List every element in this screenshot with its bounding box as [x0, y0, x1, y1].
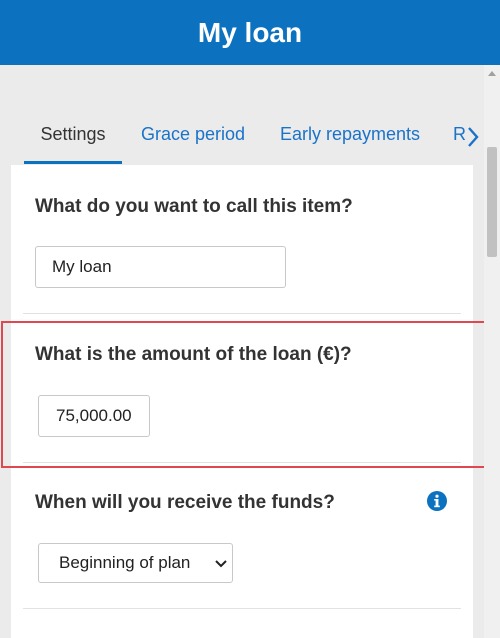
- tab-early-repayments[interactable]: Early repayments: [280, 112, 420, 162]
- vertical-scrollbar[interactable]: [484, 65, 500, 638]
- tabs-next-button[interactable]: [463, 124, 483, 150]
- info-icon[interactable]: [426, 490, 448, 512]
- divider: [23, 608, 461, 609]
- loan-name-question: What do you want to call this item?: [35, 196, 353, 217]
- loan-name-input[interactable]: My loan: [35, 246, 286, 288]
- loan-amount-input[interactable]: 75,000.00: [38, 395, 150, 437]
- scrollbar-thumb[interactable]: [487, 147, 497, 257]
- chevron-down-icon: [215, 560, 227, 568]
- divider: [23, 313, 461, 314]
- tab-grace-period[interactable]: Grace period: [141, 112, 245, 162]
- loan-amount-question: What is the amount of the loan (€)?: [35, 344, 352, 365]
- funds-question: When will you receive the funds?: [35, 492, 335, 513]
- page-title: My loan: [197, 16, 303, 48]
- tab-bar: Settings Grace period Early repayments R: [0, 112, 484, 164]
- funds-select-value: Beginning of plan: [59, 553, 191, 572]
- tab-settings[interactable]: Settings: [24, 112, 122, 164]
- funds-select[interactable]: Beginning of plan: [38, 543, 233, 583]
- scroll-up-icon[interactable]: [488, 71, 496, 76]
- chevron-right-icon: [468, 127, 479, 147]
- divider: [23, 462, 461, 463]
- app-header: My loan: [0, 0, 500, 65]
